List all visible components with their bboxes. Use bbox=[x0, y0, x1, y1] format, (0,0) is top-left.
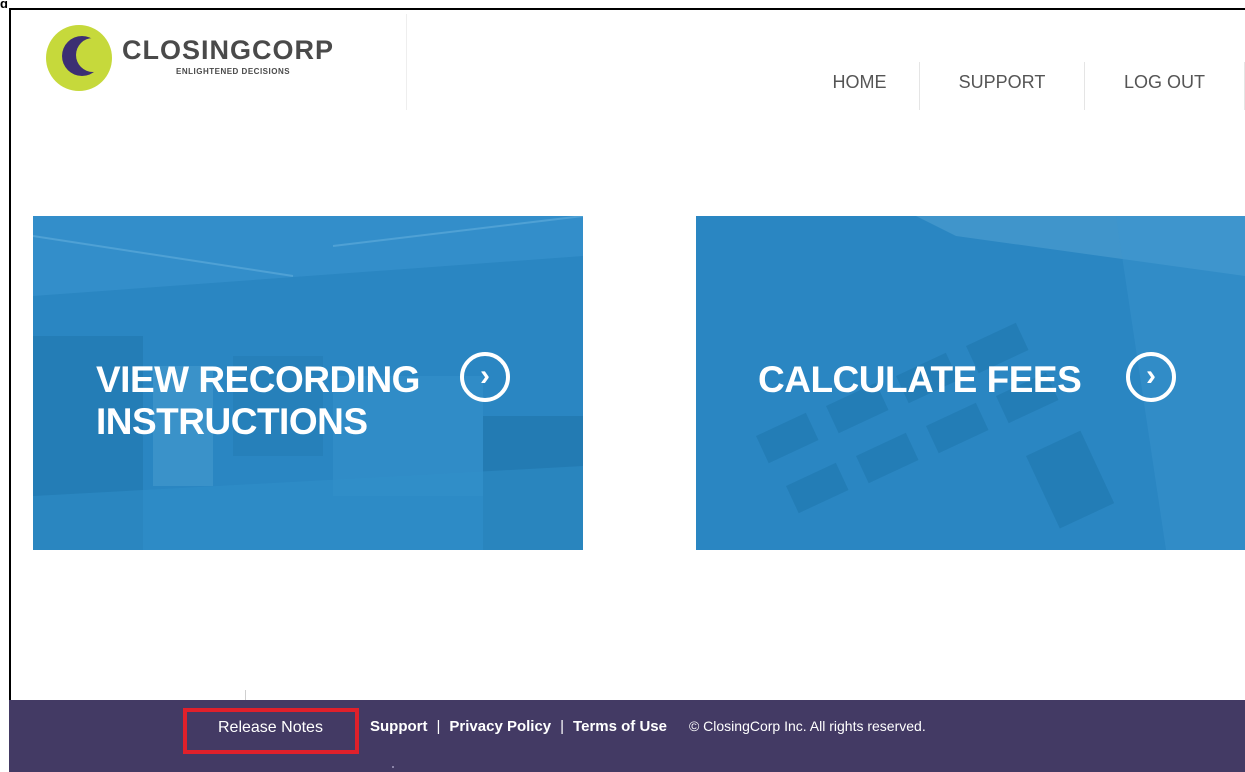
logo-wordmark: CLOSINGCORP bbox=[122, 35, 335, 65]
top-nav: HOME SUPPORT LOG OUT bbox=[800, 62, 1245, 110]
footer-links: Support | Privacy Policy | Terms of Use © Clo… bbox=[370, 718, 926, 735]
chevron-right-circle-icon[interactable]: › bbox=[460, 352, 510, 402]
nav-support[interactable]: SUPPORT bbox=[920, 62, 1085, 110]
calculate-fees-tile[interactable]: CALCULATE FEES › bbox=[696, 216, 1245, 550]
page-heading-fragment: g bbox=[0, 0, 8, 8]
footer-terms-link[interactable]: Terms of Use bbox=[573, 718, 667, 735]
tile-label: VIEW RECORDING INSTRUCTIONS bbox=[96, 359, 420, 442]
release-notes-link[interactable]: Release Notes bbox=[218, 719, 323, 737]
chevron-right-circle-icon[interactable]: › bbox=[1126, 352, 1176, 402]
nav-home[interactable]: HOME bbox=[800, 62, 920, 110]
logo-tagline: ENLIGHTENED DECISIONS bbox=[176, 67, 291, 76]
closingcorp-logo[interactable]: CLOSINGCORP ENLIGHTENED DECISIONS bbox=[46, 25, 386, 91]
footer-privacy-link[interactable]: Privacy Policy bbox=[449, 718, 551, 735]
footer-dot bbox=[392, 766, 394, 768]
footer-copyright: © ClosingCorp Inc. All rights reserved. bbox=[688, 718, 926, 734]
logo-mark-icon bbox=[46, 25, 112, 91]
view-recording-instructions-tile[interactable]: VIEW RECORDING INSTRUCTIONS › bbox=[33, 216, 583, 550]
footer-support-link[interactable]: Support bbox=[370, 718, 428, 735]
nav-logout[interactable]: LOG OUT bbox=[1085, 62, 1245, 110]
header-divider bbox=[406, 14, 407, 110]
tile-label: CALCULATE FEES bbox=[758, 359, 1082, 400]
